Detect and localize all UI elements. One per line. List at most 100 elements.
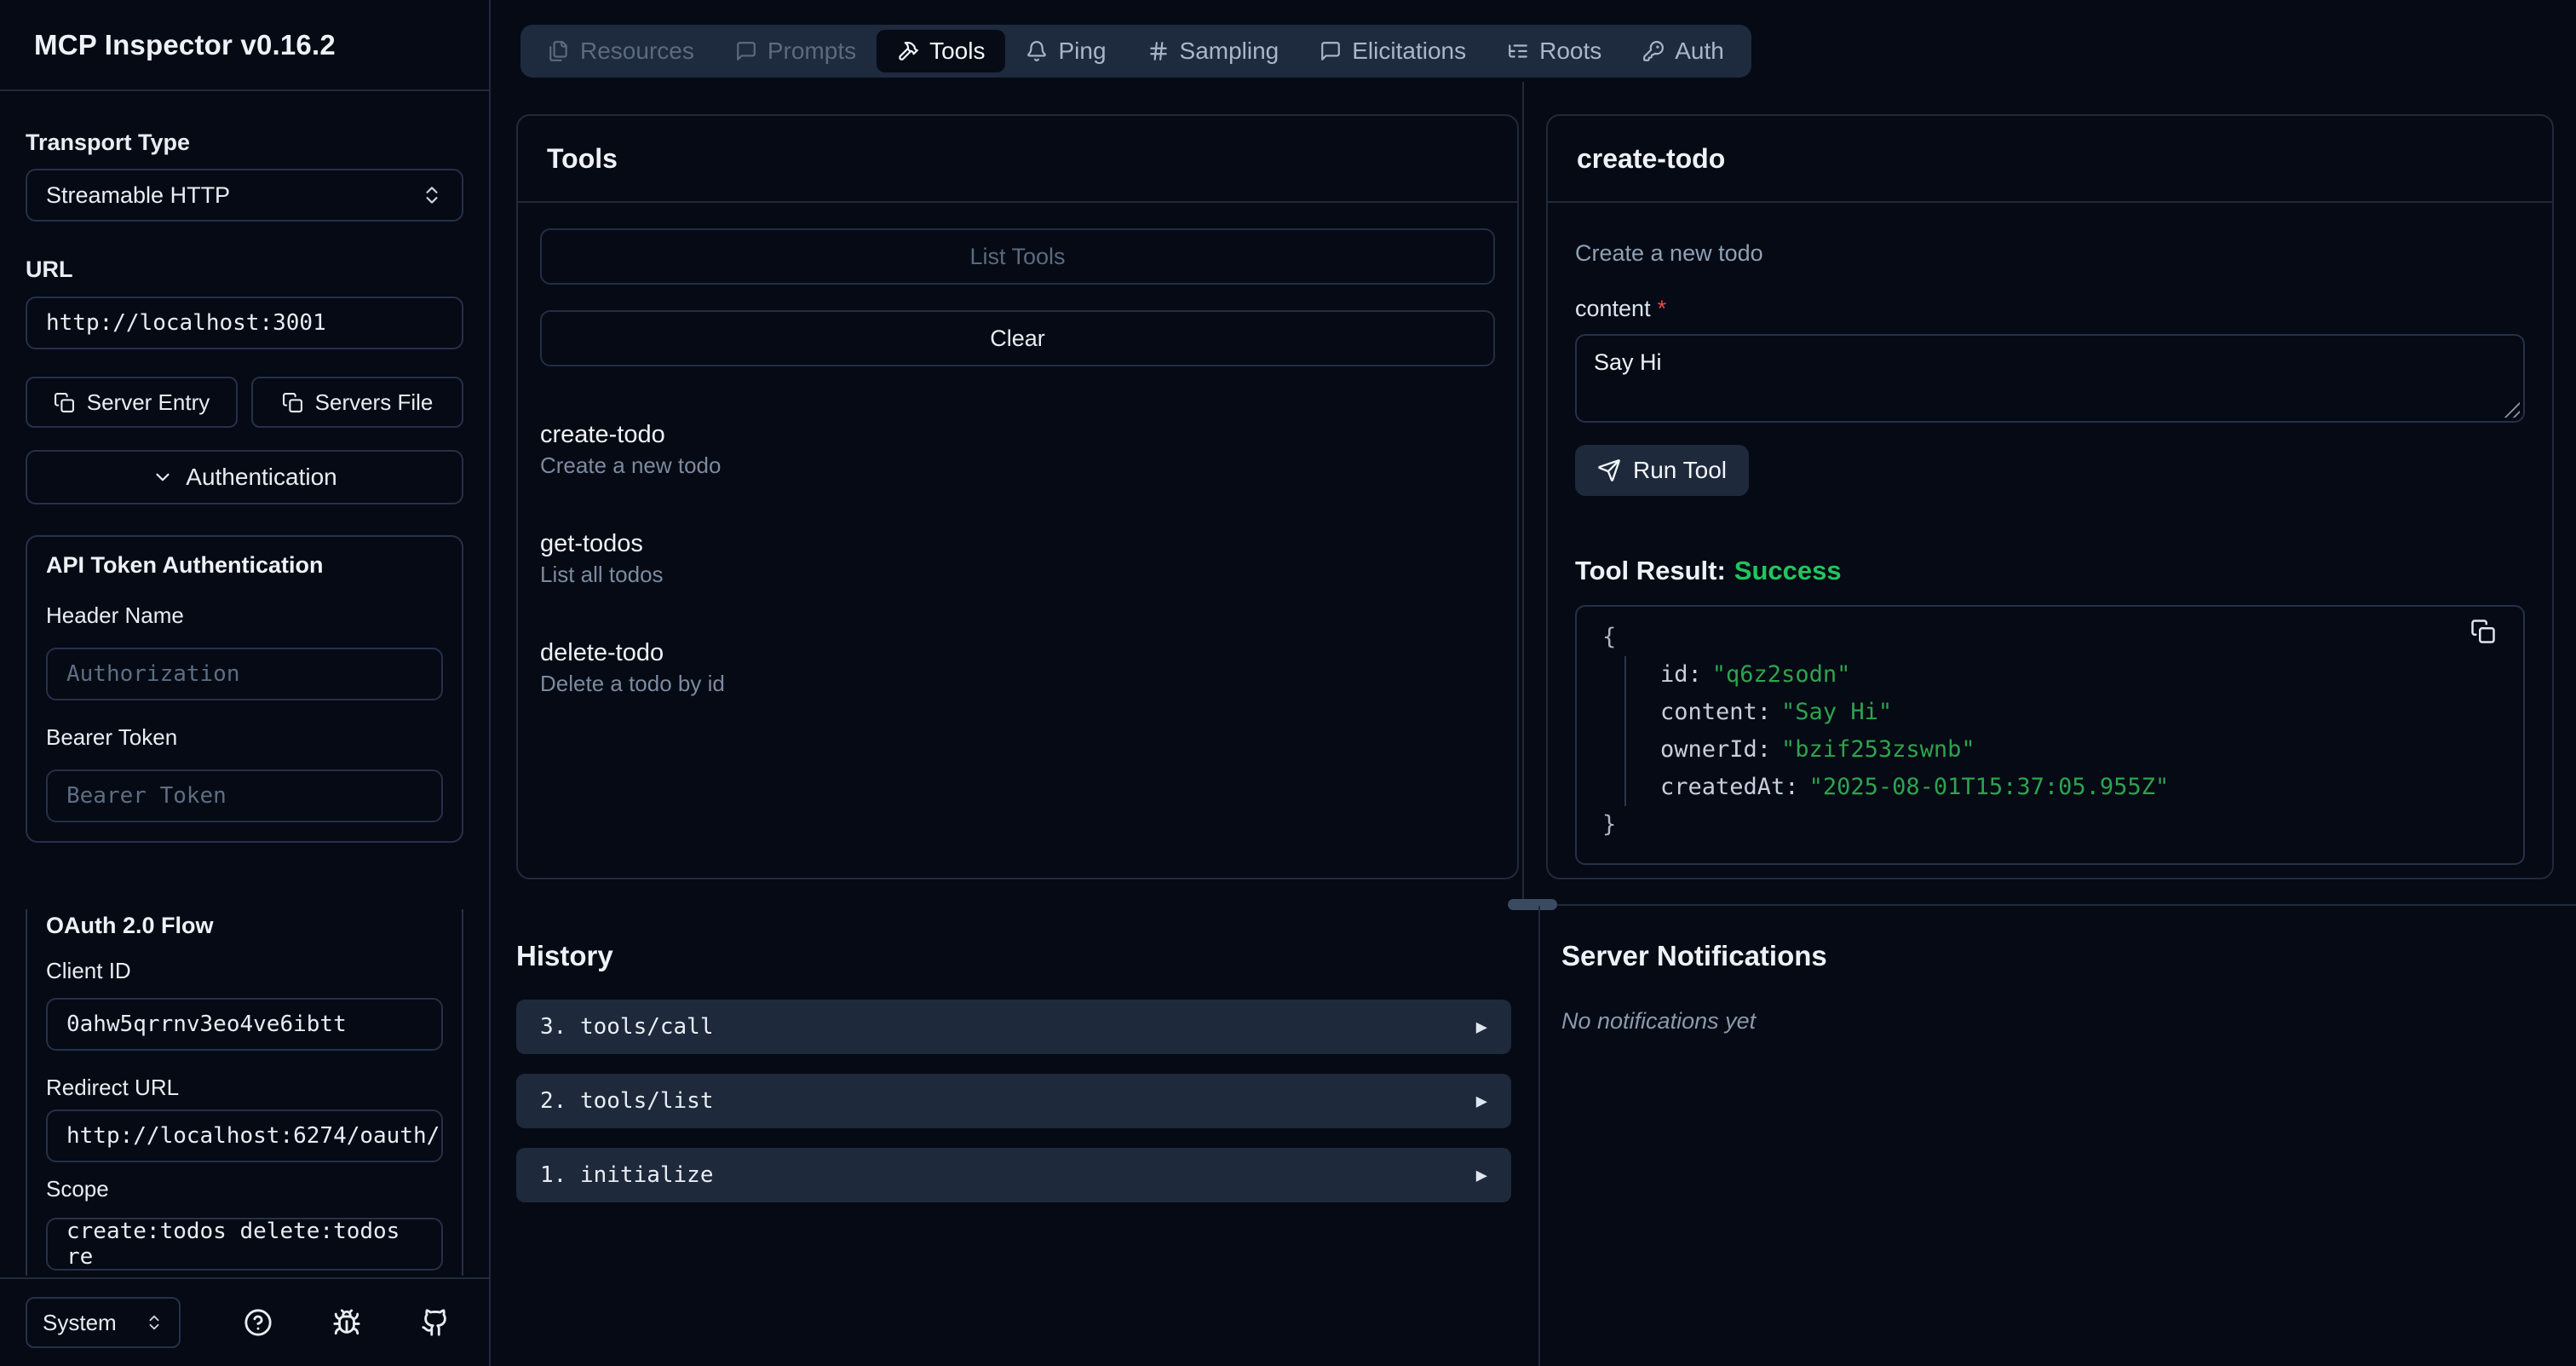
header-name-placeholder: Authorization — [66, 661, 240, 687]
client-id-input[interactable]: 0ahw5qrrnv3eo4ve6ibtt — [46, 998, 443, 1051]
tab-label: Auth — [1675, 37, 1724, 65]
json-key: content: — [1660, 699, 1771, 725]
bug-icon[interactable] — [331, 1306, 363, 1339]
history-list: 3. tools/call ▶ 2. tools/list ▶ 1. initi… — [516, 1000, 1511, 1202]
history-title: History — [516, 940, 1511, 972]
transport-type-select[interactable]: Streamable HTTP — [26, 169, 463, 222]
tab-label: Prompts — [768, 37, 856, 65]
tool-list-item-get-todos[interactable]: get-todos List all todos — [540, 530, 1495, 586]
main-tab-bar: Resources Prompts Tools Ping Sampling El… — [520, 25, 1751, 78]
history-row-tools-list[interactable]: 2. tools/list ▶ — [516, 1074, 1511, 1128]
vertical-pane-divider[interactable] — [1522, 82, 1524, 906]
help-icon[interactable] — [242, 1306, 274, 1339]
tab-label: Sampling — [1180, 37, 1279, 65]
tab-roots[interactable]: Roots — [1486, 30, 1622, 72]
tab-label: Tools — [929, 37, 985, 65]
tab-prompts[interactable]: Prompts — [715, 30, 877, 72]
tool-runner-title: create-todo — [1548, 116, 2552, 203]
tab-elicitations[interactable]: Elicitations — [1299, 30, 1486, 72]
content-value: Say Hi — [1594, 349, 1662, 375]
run-tool-label: Run Tool — [1633, 457, 1727, 484]
redirect-url-input[interactable]: http://localhost:6274/oauth/ — [46, 1110, 443, 1162]
theme-select[interactable]: System — [26, 1297, 181, 1348]
client-id-value: 0ahw5qrrnv3eo4ve6ibtt — [66, 1012, 347, 1037]
tool-name: get-todos — [540, 530, 1495, 557]
message-square-icon — [1320, 40, 1342, 62]
server-entry-button[interactable]: Server Entry — [26, 377, 238, 428]
json-line: ownerId:"bzif253zswnb" — [1660, 731, 2523, 769]
sidebar-header: MCP Inspector v0.16.2 — [0, 0, 489, 91]
pane-resize-handle[interactable] — [1508, 899, 1557, 910]
textarea-resize-grip[interactable] — [2504, 402, 2520, 418]
history-row-tools-call[interactable]: 3. tools/call ▶ — [516, 1000, 1511, 1054]
json-line: content: "Say Hi" — [1660, 694, 2523, 731]
files-icon — [548, 40, 570, 62]
json-key: createdAt: — [1660, 774, 1799, 800]
clear-tools-button[interactable]: Clear — [540, 310, 1495, 366]
redirect-url-label: Redirect URL — [46, 1075, 443, 1101]
json-value: "2025-08-01T15:37:05.955Z" — [1809, 774, 2170, 800]
copy-icon — [282, 392, 303, 413]
json-open-brace: { — [1602, 619, 2523, 656]
chevrons-up-down-icon — [145, 1313, 164, 1332]
required-marker: * — [1658, 296, 1667, 321]
client-id-label: Client ID — [46, 958, 443, 984]
tab-auth[interactable]: Auth — [1622, 30, 1745, 72]
tab-resources[interactable]: Resources — [527, 30, 715, 72]
server-entry-label: Server Entry — [87, 389, 210, 416]
bearer-token-placeholder: Bearer Token — [66, 783, 227, 809]
oauth-flow-title: OAuth 2.0 Flow — [46, 913, 443, 939]
redirect-url-value: http://localhost:6274/oauth/ — [66, 1123, 440, 1149]
tab-sampling[interactable]: Sampling — [1127, 30, 1300, 72]
list-tools-button[interactable]: List Tools — [540, 228, 1495, 285]
tool-result-json: { id:"q6z2sodn" content: "Say Hi" ownerId… — [1575, 605, 2525, 865]
tool-result-label: Tool Result: — [1575, 556, 1726, 585]
content-textarea[interactable]: Say Hi — [1575, 334, 2525, 423]
hash-icon — [1147, 40, 1170, 62]
tool-list-item-delete-todo[interactable]: delete-todo Delete a todo by id — [540, 639, 1495, 695]
servers-file-button[interactable]: Servers File — [251, 377, 463, 428]
chevron-down-icon — [152, 466, 174, 488]
oauth-flow-card: OAuth 2.0 Flow Client ID 0ahw5qrrnv3eo4v… — [26, 909, 463, 1276]
scope-input[interactable]: create:todos delete:todos re — [46, 1218, 443, 1271]
run-tool-button[interactable]: Run Tool — [1575, 445, 1749, 496]
tool-list-item-create-todo[interactable]: create-todo Create a new todo — [540, 421, 1495, 477]
api-token-card: API Token Authentication Header Name Aut… — [26, 535, 463, 843]
bearer-token-label: Bearer Token — [46, 724, 443, 751]
field-label-text: content — [1575, 296, 1651, 321]
json-entries: id:"q6z2sodn" content:"Say Hi" ownerId:"… — [1624, 656, 2523, 806]
json-close-brace: } — [1602, 806, 2523, 844]
github-icon[interactable] — [419, 1306, 451, 1339]
app-title: MCP Inspector v0.16.2 — [34, 29, 336, 61]
copy-result-icon[interactable] — [2470, 619, 2498, 646]
url-input[interactable]: http://localhost:3001 — [26, 297, 463, 349]
tab-label: Elicitations — [1352, 37, 1466, 65]
bell-icon — [1026, 40, 1048, 62]
tool-runner-body: Create a new todo content* Say Hi Run To… — [1548, 240, 2552, 865]
json-value: "Say Hi" — [1781, 699, 1892, 725]
json-value: "q6z2sodn" — [1712, 661, 1851, 688]
tool-description: List all todos — [540, 562, 1495, 586]
bearer-token-input[interactable]: Bearer Token — [46, 769, 443, 822]
horizontal-pane-divider — [1532, 904, 2576, 906]
bottom-pane-divider — [1538, 906, 1540, 1366]
history-row-initialize[interactable]: 1. initialize ▶ — [516, 1148, 1511, 1202]
url-value: http://localhost:3001 — [46, 310, 326, 336]
json-line: id:"q6z2sodn" — [1660, 656, 2523, 694]
transport-type-value: Streamable HTTP — [46, 182, 230, 209]
tab-ping[interactable]: Ping — [1005, 30, 1126, 72]
authentication-label: Authentication — [186, 464, 336, 491]
authentication-toggle[interactable]: Authentication — [26, 450, 463, 504]
chevrons-up-down-icon — [421, 184, 443, 206]
json-key: ownerId: — [1660, 736, 1771, 763]
tools-panel-title: Tools — [518, 116, 1517, 203]
copy-icon — [54, 392, 75, 413]
tab-tools[interactable]: Tools — [877, 30, 1005, 72]
message-square-icon — [735, 40, 757, 62]
list-tree-icon — [1507, 40, 1529, 62]
servers-file-label: Servers File — [315, 389, 434, 416]
tool-description: Delete a todo by id — [540, 671, 1495, 695]
tool-runner-panel: create-todo Create a new todo content* S… — [1546, 114, 2554, 879]
footer-icons — [242, 1306, 451, 1339]
header-name-input[interactable]: Authorization — [46, 648, 443, 700]
